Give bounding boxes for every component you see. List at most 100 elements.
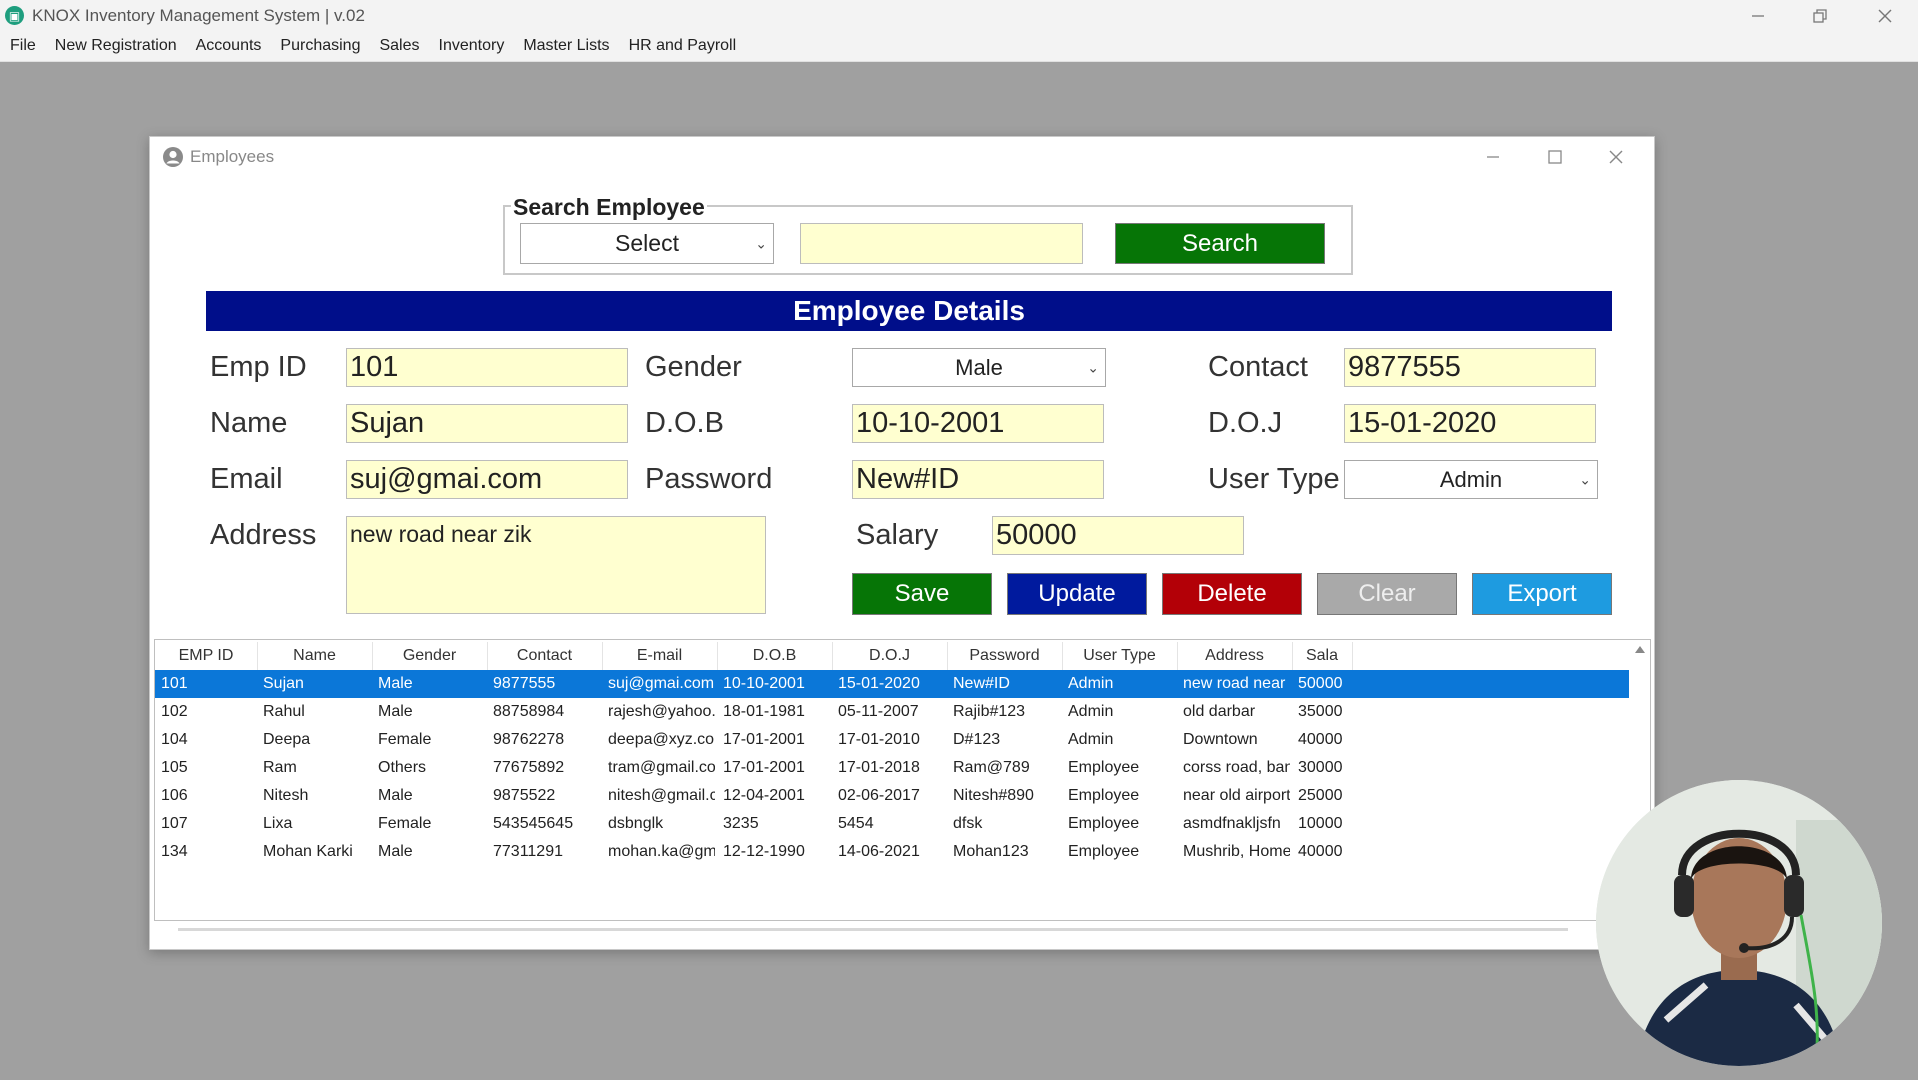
- email-cell: dsbnglk: [608, 815, 664, 832]
- search-employee-group: Search Employee Select ⌄ Search: [503, 194, 1353, 275]
- user-type-select[interactable]: Admin ⌄: [1344, 460, 1598, 499]
- table-row[interactable]: 101 Sujan Male 9877555 suj@gmai.com 10-10-200…: [155, 670, 1629, 698]
- contact-cell: 543545645: [493, 815, 574, 832]
- password-cell: Ram@789: [953, 759, 1030, 776]
- email-field[interactable]: suj@gmai.com: [346, 460, 628, 499]
- save-button[interactable]: Save: [852, 573, 992, 615]
- email-cell: mohan.ka@gmai: [608, 843, 715, 860]
- contact-field[interactable]: 9877555: [1344, 348, 1596, 387]
- close-icon[interactable]: [1855, 0, 1915, 31]
- menu-hr-payroll[interactable]: HR and Payroll: [629, 37, 737, 55]
- salary-cell: 40000: [1298, 731, 1343, 748]
- column-header[interactable]: EMP ID: [155, 642, 258, 670]
- column-header[interactable]: Password: [947, 642, 1063, 670]
- gender-cell: Female: [378, 731, 432, 748]
- column-header[interactable]: Name: [257, 642, 373, 670]
- password-field[interactable]: New#ID: [852, 460, 1104, 499]
- dob-field[interactable]: 10-10-2001: [852, 404, 1104, 443]
- minimize-icon[interactable]: [1463, 137, 1523, 177]
- address-cell: Downtown: [1183, 731, 1258, 748]
- maximize-icon[interactable]: [1525, 137, 1585, 177]
- table-row[interactable]: 104 Deepa Female 98762278 deepa@xyz.com 17-01…: [155, 726, 1629, 754]
- dob-cell: 12-12-1990: [723, 843, 805, 860]
- employee-details-banner: Employee Details: [206, 291, 1612, 331]
- restore-icon[interactable]: [1790, 0, 1850, 31]
- menu-sales[interactable]: Sales: [379, 37, 419, 55]
- delete-button[interactable]: Delete: [1162, 573, 1302, 615]
- user-icon: [163, 147, 183, 167]
- column-header[interactable]: Gender: [372, 642, 488, 670]
- gender-cell: Male: [378, 787, 413, 804]
- search-input[interactable]: [800, 223, 1083, 264]
- search-button[interactable]: Search: [1115, 223, 1325, 264]
- update-button[interactable]: Update: [1007, 573, 1147, 615]
- close-icon[interactable]: [1586, 137, 1646, 177]
- menu-accounts[interactable]: Accounts: [196, 37, 262, 55]
- menu-file[interactable]: File: [10, 37, 36, 55]
- contact-cell: 9877555: [493, 675, 556, 692]
- contact-cell: 98762278: [493, 731, 565, 748]
- column-header[interactable]: Sala: [1292, 642, 1353, 670]
- app-titlebar: ▣ KNOX Inventory Management System | v.0…: [0, 0, 1918, 31]
- table-row[interactable]: 106 Nitesh Male 9875522 nitesh@gmail.cor 12-0…: [155, 782, 1629, 810]
- doj-cell: 05-11-2007: [838, 703, 919, 720]
- column-header[interactable]: Address: [1177, 642, 1293, 670]
- password-label: Password: [645, 463, 773, 495]
- column-header[interactable]: D.O.B: [717, 642, 833, 670]
- doj-cell: 14-06-2021: [838, 843, 920, 860]
- name-cell: Deepa: [263, 731, 311, 748]
- search-field-select[interactable]: Select ⌄: [520, 223, 774, 264]
- app-logo-icon: ▣: [5, 6, 24, 25]
- user-type-cell: Employee: [1068, 787, 1140, 804]
- table-row[interactable]: 102 Rahul Male 88758984 rajesh@yahoo.co 18-01…: [155, 698, 1629, 726]
- clear-button[interactable]: Clear: [1317, 573, 1457, 615]
- menu-master-lists[interactable]: Master Lists: [523, 37, 609, 55]
- contact-label: Contact: [1208, 351, 1308, 383]
- table-row[interactable]: 134 Mohan Karki Male 77311291 mohan.ka@gmai 1…: [155, 838, 1629, 866]
- name-field[interactable]: Sujan: [346, 404, 628, 443]
- email-cell: deepa@xyz.com: [608, 731, 715, 748]
- employee-table[interactable]: EMP ID Name Gender Contact E-mail D.O.B D.O.J P…: [154, 639, 1651, 921]
- gender-select[interactable]: Male ⌄: [852, 348, 1106, 387]
- dob-cell: 17-01-2001: [723, 731, 805, 748]
- name-cell: Sujan: [263, 675, 304, 692]
- user-type-cell: Admin: [1068, 703, 1114, 720]
- search-select-value: Select: [615, 230, 679, 256]
- dob-cell: 3235: [723, 815, 759, 832]
- emp-id-cell: 134: [161, 843, 188, 860]
- table-row[interactable]: 107 Lixa Female 543545645 dsbnglk 3235 5454 dfs…: [155, 810, 1629, 838]
- address-field[interactable]: new road near zik: [346, 516, 766, 614]
- minimize-icon[interactable]: [1728, 0, 1788, 31]
- menu-purchasing[interactable]: Purchasing: [280, 37, 360, 55]
- emp-id-field[interactable]: 101: [346, 348, 628, 387]
- column-header[interactable]: User Type: [1062, 642, 1178, 670]
- table-row[interactable]: 105 Ram Others 77675892 tram@gmail.com 17-01-…: [155, 754, 1629, 782]
- column-header[interactable]: D.O.J: [832, 642, 948, 670]
- emp-id-cell: 107: [161, 815, 188, 832]
- horizontal-scrollbar[interactable]: [178, 928, 1568, 931]
- gender-cell: Male: [378, 675, 413, 692]
- dob-cell: 10-10-2001: [723, 675, 805, 692]
- scroll-up-icon[interactable]: [1634, 644, 1646, 654]
- salary-cell: 35000: [1298, 703, 1343, 720]
- salary-field[interactable]: 50000: [992, 516, 1244, 555]
- employees-window: Employees Search Employee Select ⌄ Searc…: [149, 136, 1655, 950]
- address-cell: corss road, banep: [1183, 759, 1290, 776]
- column-header[interactable]: E-mail: [602, 642, 718, 670]
- column-header[interactable]: Contact: [487, 642, 603, 670]
- user-type-cell: Admin: [1068, 675, 1114, 692]
- employees-title: Employees: [190, 147, 275, 166]
- emp-id-cell: 102: [161, 703, 188, 720]
- doj-label: D.O.J: [1208, 407, 1283, 439]
- name-cell: Rahul: [263, 703, 305, 720]
- export-button[interactable]: Export: [1472, 573, 1612, 615]
- emp-id-cell: 104: [161, 731, 188, 748]
- password-cell: dfsk: [953, 815, 983, 832]
- menu-inventory[interactable]: Inventory: [439, 37, 505, 55]
- menu-new-registration[interactable]: New Registration: [55, 37, 177, 55]
- gender-cell: Male: [378, 703, 413, 720]
- salary-cell: 10000: [1298, 815, 1343, 832]
- chevron-down-icon: ⌄: [1579, 471, 1591, 487]
- doj-field[interactable]: 15-01-2020: [1344, 404, 1596, 443]
- dob-cell: 12-04-2001: [723, 787, 805, 804]
